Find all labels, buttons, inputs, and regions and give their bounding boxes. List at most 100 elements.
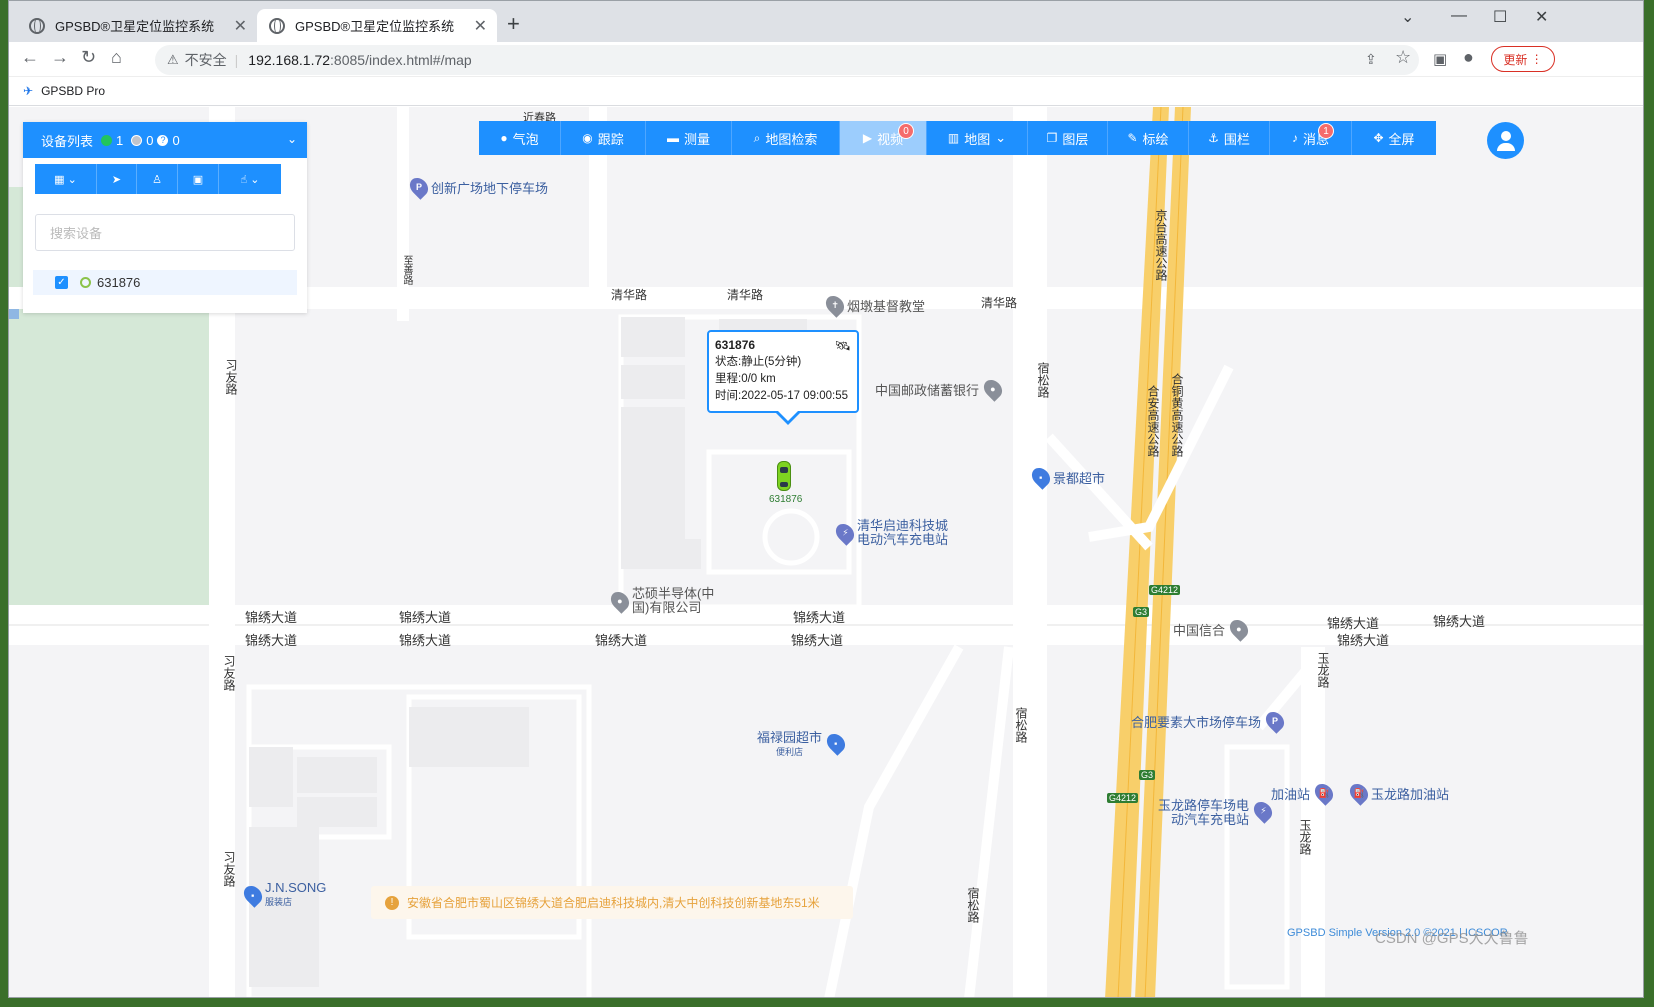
pen-icon: ✎: [1127, 131, 1138, 145]
info-mileage: 里程:0/0 km: [715, 373, 776, 385]
gas-pin-icon: ⛽: [1346, 780, 1372, 806]
search-icon: ⌕: [753, 130, 761, 145]
maximize-icon[interactable]: ☐: [1493, 7, 1507, 27]
highway-shield: G3: [1139, 770, 1156, 780]
map-search-button[interactable]: ⌕ 地图检索: [732, 121, 840, 155]
track-button[interactable]: ◉ 跟踪: [561, 121, 646, 155]
poi-clothing[interactable]: ▪ J.N.SONG 服装店: [240, 881, 326, 909]
home-icon[interactable]: ⌂: [111, 47, 122, 68]
share-icon[interactable]: ⇪: [1365, 51, 1377, 68]
plot-button[interactable]: ✎ 标绘: [1108, 121, 1189, 155]
device-status-icon: [80, 277, 91, 288]
close-window-icon[interactable]: ✕: [1535, 7, 1548, 27]
poi-label: 中国邮政储蓄银行: [875, 382, 980, 398]
update-button[interactable]: 更新 ⋮: [1491, 46, 1555, 72]
map-type-button[interactable]: ▥ 地图 ⌄: [927, 121, 1028, 155]
shop-pin-icon: ▪: [1028, 464, 1054, 490]
poi-supermarket[interactable]: ▪ 景都超市: [1028, 464, 1106, 490]
parking-pin-icon: P: [406, 174, 432, 200]
vehicle-marker-icon[interactable]: [777, 461, 791, 491]
road-label: 清华路: [981, 296, 1018, 310]
poi-gas-station[interactable]: 加油站 ⛽: [1271, 780, 1337, 806]
browser-tab-2[interactable]: GPSBD®卫星定位监控系统 ✕: [257, 9, 497, 42]
map-canvas[interactable]: 清华路 清华路 清华路 锦绣大道 锦绣大道 锦绣大道 锦绣大道 锦绣大道 锦绣大…: [9, 107, 1643, 997]
road-label: 锦绣大道: [245, 633, 298, 648]
star-icon[interactable]: ☆: [1395, 47, 1411, 68]
fence-button[interactable]: ⚓ 围栏: [1189, 121, 1270, 155]
message-badge: 1: [1318, 123, 1334, 139]
parking-pin-icon: P: [1262, 708, 1288, 734]
image-button[interactable]: ▣: [178, 164, 219, 194]
poi-church[interactable]: ✝ 烟墩基督教堂: [822, 292, 925, 318]
satellite-icon[interactable]: 🛰: [834, 338, 851, 354]
highway-shield: G4212: [1149, 585, 1181, 595]
address-bar[interactable]: ⚠ 不安全 | 192.168.1.72:8085/index.html#/ma…: [155, 45, 1419, 75]
new-tab-button[interactable]: +: [507, 11, 520, 37]
send-icon: ➤: [111, 173, 122, 186]
bookmark-gpsbd[interactable]: GPSBD Pro: [41, 84, 105, 98]
browser-tab-1[interactable]: GPSBD®卫星定位监控系统 ✕: [17, 9, 257, 42]
tab-search-icon[interactable]: ⌄: [1401, 7, 1414, 27]
road-label: 宿松路: [1014, 707, 1028, 743]
reload-icon[interactable]: ↻: [81, 47, 96, 68]
poi-xinhe[interactable]: 中国信合 ●: [1173, 616, 1252, 642]
globe-icon: [29, 17, 45, 34]
device-checkbox[interactable]: ✓: [55, 276, 68, 289]
panel-button-group: ▦ ⌄ ➤ ♙ ▣ ☝ ⌄: [35, 164, 281, 194]
road-label: 宿松路: [966, 887, 980, 923]
image-icon: ▣: [192, 173, 204, 186]
chevron-down-icon[interactable]: ⌄: [287, 132, 297, 146]
highway-shield: G3: [1133, 607, 1150, 617]
poi-market-parking[interactable]: 合肥要素大市场停车场 P: [1131, 708, 1288, 734]
layers-button[interactable]: ❐ 图层: [1028, 121, 1108, 155]
tool-label: 测量: [683, 131, 710, 147]
send-command-button[interactable]: ➤: [97, 164, 137, 194]
grid-view-button[interactable]: ▦ ⌄: [35, 164, 97, 194]
poi-bank[interactable]: 中国邮政储蓄银行 ●: [875, 376, 1006, 402]
poi-company[interactable]: ● 芯硕半导体(中国)有限公司: [607, 587, 724, 615]
poi-label: 加油站: [1271, 786, 1311, 802]
back-icon[interactable]: ←: [21, 47, 39, 68]
bubble-button[interactable]: ● 气泡: [479, 121, 561, 155]
poi-fulu-supermarket[interactable]: 福禄园超市 便利店 ▪: [757, 730, 849, 759]
poi-label: 景都超市: [1053, 470, 1106, 486]
message-button[interactable]: ♪ 消息 1: [1270, 121, 1352, 155]
vehicle-label: 631876: [769, 494, 803, 505]
road-label: 清华路: [727, 288, 764, 302]
shop-pin-icon: ▪: [240, 882, 266, 908]
user-button[interactable]: ♙: [137, 164, 178, 194]
info-window-pointer: [775, 410, 801, 425]
profile-icon[interactable]: ●: [1463, 47, 1474, 68]
sidebar-icon[interactable]: ▣: [1433, 50, 1447, 68]
close-tab-icon[interactable]: ✕: [474, 16, 487, 36]
user-avatar[interactable]: [1487, 122, 1524, 159]
poi-label: 中国信合: [1173, 622, 1226, 638]
security-label: 不安全: [184, 52, 227, 68]
device-panel: 设备列表 1 0 ? 0 ⌄ ▦ ⌄ ➤ ♙ ▣ ☝ ⌄ 搜索设备 ✓ 6318…: [23, 122, 307, 313]
poi-sublabel: 服装店: [265, 897, 293, 907]
forward-icon[interactable]: →: [51, 47, 69, 68]
close-tab-icon[interactable]: ✕: [234, 16, 247, 36]
device-list-item[interactable]: ✓ 631876: [33, 270, 297, 295]
user-icon: ♙: [152, 173, 162, 186]
poi-yulong-gas[interactable]: ⛽ 玉龙路加油站: [1346, 780, 1450, 806]
poi-yulong-parking[interactable]: 玉龙路停车场电动汽车充电站 ⚡: [1151, 798, 1276, 827]
video-button[interactable]: ▶ 视频 0: [840, 121, 927, 155]
fullscreen-button[interactable]: ✥ 全屏: [1352, 121, 1436, 155]
poi-parking[interactable]: P 创新广场地下停车场: [406, 174, 548, 200]
device-search-input[interactable]: 搜索设备: [35, 214, 295, 251]
tool-label: 标绘: [1142, 131, 1169, 147]
poi-charging-station[interactable]: ⚡ 清华启迪科技城电动汽车充电站: [832, 519, 955, 547]
poi-label: 玉龙路加油站: [1371, 786, 1450, 802]
gas-pin-icon: ⛽: [1311, 780, 1337, 806]
fullscreen-icon: ✥: [1373, 131, 1384, 145]
device-panel-header[interactable]: 设备列表 1 0 ? 0 ⌄: [23, 122, 307, 158]
measure-button[interactable]: ▬ 测量: [646, 121, 732, 155]
road-label: 习友路: [224, 359, 238, 395]
warning-icon: ⚠: [167, 52, 179, 67]
bank-pin-icon: ●: [1226, 616, 1252, 642]
eye-icon: ◉: [582, 131, 593, 145]
bell-icon: ♪: [1291, 131, 1298, 145]
pointer-button[interactable]: ☝ ⌄: [219, 164, 281, 194]
minimize-icon[interactable]: —: [1451, 7, 1467, 25]
